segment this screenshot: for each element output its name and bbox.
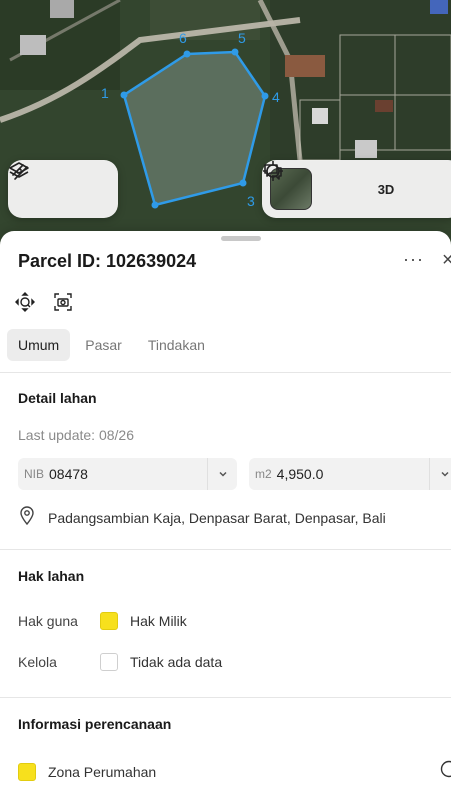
tab-umum[interactable]: Umum bbox=[7, 329, 71, 361]
chevron-down-icon[interactable] bbox=[429, 458, 451, 490]
zone-value: Zona Perumahan bbox=[48, 763, 157, 780]
ruler-icon[interactable] bbox=[12, 164, 104, 210]
zone-swatch bbox=[18, 762, 36, 781]
map-toolbar-right: 3D bbox=[262, 160, 451, 218]
divider bbox=[0, 697, 451, 698]
area-field[interactable]: m2 4,950.0 bbox=[249, 458, 451, 490]
divider bbox=[0, 549, 451, 550]
nib-label: NIB bbox=[24, 467, 45, 481]
location-pin-icon bbox=[18, 505, 36, 530]
action-icon-row bbox=[14, 291, 74, 313]
tab-tindakan[interactable]: Tindakan bbox=[137, 329, 216, 361]
hak-guna-swatch bbox=[100, 612, 118, 630]
satellite-map[interactable]: 1 3 4 5 6 3D bbox=[0, 0, 451, 245]
tab-bar: Umum Pasar Tindakan bbox=[7, 329, 216, 361]
kelola-value: Tidak ada data bbox=[130, 654, 223, 670]
area-value: 4,950.0 bbox=[276, 466, 324, 482]
kelola-swatch bbox=[100, 653, 118, 671]
parcel-detail-sheet: Parcel ID: 102639024 ··· × Umum Pasar Ti… bbox=[0, 231, 451, 804]
crosshair-icon[interactable] bbox=[263, 161, 360, 210]
vertex-label-1: 1 bbox=[101, 85, 109, 101]
3d-toggle-button[interactable]: 3D bbox=[360, 182, 412, 197]
parcel-title: Parcel ID: 102639024 bbox=[18, 251, 197, 271]
section-title-informasi-perencanaan: Informasi perencanaan bbox=[18, 716, 172, 732]
vertex-label-6: 6 bbox=[179, 30, 187, 46]
kelola-row: Kelola Tidak ada data bbox=[18, 653, 222, 671]
kelola-label: Kelola bbox=[18, 654, 57, 670]
chevron-down-icon[interactable] bbox=[207, 458, 237, 490]
vertex-label-5: 5 bbox=[238, 30, 246, 46]
section-title-detail-lahan: Detail lahan bbox=[18, 390, 97, 406]
sheet-drag-handle[interactable] bbox=[221, 236, 261, 241]
more-options-button[interactable]: ··· bbox=[403, 249, 424, 270]
hak-guna-value: Hak Milik bbox=[130, 613, 187, 629]
zone-row[interactable]: Zona Perumahan bbox=[18, 760, 451, 783]
vertex-label-3: 3 bbox=[247, 193, 255, 209]
chat-icon[interactable] bbox=[264, 164, 451, 210]
address-row: Padangsambian Kaja, Denpasar Barat, Denp… bbox=[18, 505, 386, 530]
info-icon[interactable] bbox=[440, 760, 451, 783]
map-toolbar-left bbox=[8, 160, 118, 218]
address-text: Padangsambian Kaja, Denpasar Barat, Denp… bbox=[48, 509, 386, 526]
area-unit-label: m2 bbox=[255, 467, 272, 481]
hak-guna-label: Hak guna bbox=[18, 613, 78, 629]
close-button[interactable]: × bbox=[442, 249, 451, 272]
tab-pasar[interactable]: Pasar bbox=[74, 329, 133, 361]
hak-guna-row: Hak guna Hak Milik bbox=[18, 612, 187, 630]
nib-field[interactable]: NIB 08478 bbox=[18, 458, 237, 490]
nib-value: 08478 bbox=[49, 466, 88, 482]
screenshot-icon[interactable] bbox=[52, 291, 74, 313]
section-title-hak-lahan: Hak lahan bbox=[18, 568, 85, 584]
vertex-label-4: 4 bbox=[272, 89, 280, 105]
last-update-text: Last update: 08/26 bbox=[18, 427, 134, 443]
divider bbox=[0, 372, 451, 373]
zoom-to-parcel-icon[interactable] bbox=[14, 291, 36, 313]
